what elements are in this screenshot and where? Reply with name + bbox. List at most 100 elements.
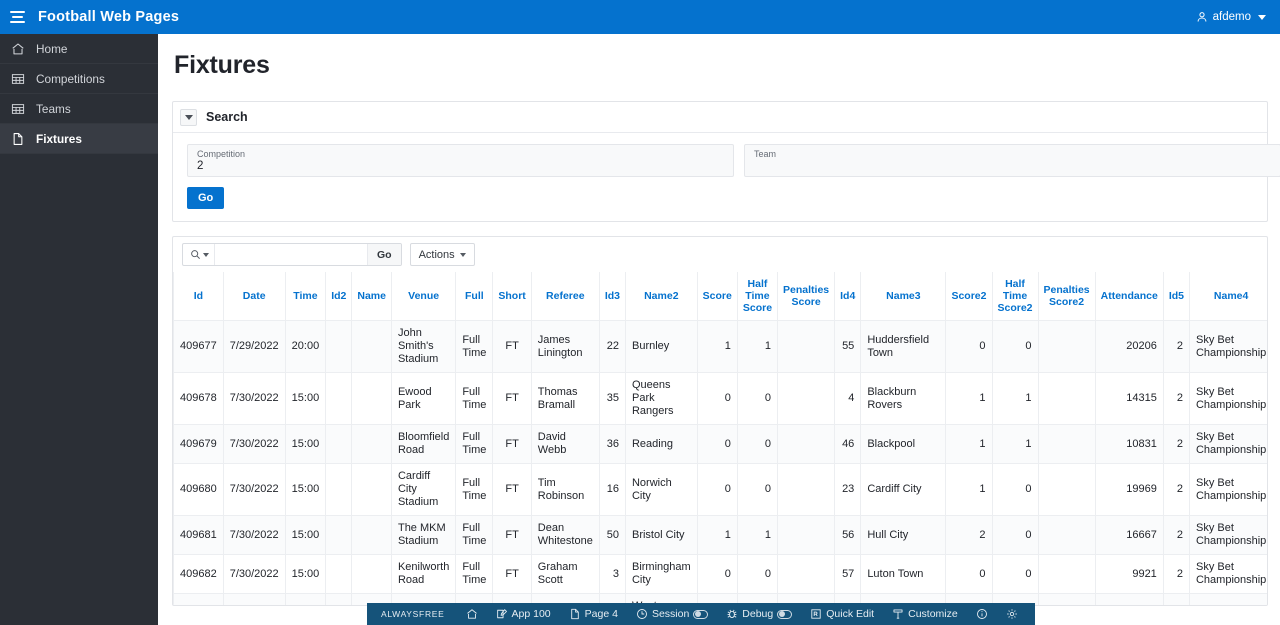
- column-header-id4[interactable]: Id4: [834, 272, 862, 321]
- column-header-penalties-score2[interactable]: Penalties Score2: [1037, 272, 1096, 321]
- cell-score2: 1: [945, 424, 993, 464]
- dev-customize-button[interactable]: Customize: [883, 603, 967, 625]
- cell-id2: [325, 554, 353, 594]
- team-field[interactable]: Team: [744, 144, 1280, 177]
- column-header-name3[interactable]: Name3: [860, 272, 947, 321]
- cell-attendance: 14315: [1094, 372, 1164, 425]
- session-toggle[interactable]: [693, 609, 709, 619]
- dev-debug-button[interactable]: Debug: [717, 603, 801, 625]
- cell-time: 15:00: [284, 515, 327, 555]
- column-header-score[interactable]: Score: [696, 272, 738, 321]
- cell-full: Full Time: [455, 463, 494, 516]
- cell-venue: Kenilworth Road: [390, 554, 457, 594]
- column-header-short[interactable]: Short: [492, 272, 532, 321]
- column-header-attendance[interactable]: Attendance: [1094, 272, 1164, 321]
- cell-id5: 2: [1162, 593, 1190, 605]
- cell-penalties-score2: [1037, 554, 1096, 594]
- cell-score: 1: [696, 515, 738, 555]
- debug-toggle[interactable]: [777, 609, 793, 619]
- cell-id5: 2: [1162, 463, 1190, 516]
- cell-score: 0: [696, 424, 738, 464]
- report-grid-scroll[interactable]: Id Date Time Id2 Name Venue Full Short R…: [173, 272, 1267, 605]
- dev-settings-button[interactable]: [997, 603, 1027, 625]
- user-menu[interactable]: afdemo: [1190, 7, 1272, 27]
- cell-date: 7/30/2022: [222, 372, 286, 425]
- dev-app-button[interactable]: App 100: [487, 603, 560, 625]
- chevron-down-icon: [1258, 14, 1266, 20]
- cell-id3: 36: [598, 424, 626, 464]
- cell-name2: Birmingham City: [624, 554, 698, 594]
- team-field-label: Team: [754, 149, 777, 159]
- sidebar-item-home[interactable]: Home: [0, 34, 158, 64]
- column-header-name2[interactable]: Name2: [624, 272, 698, 321]
- cell-name4: Sky Bet Championship: [1188, 372, 1267, 425]
- cell-score2: 0: [945, 320, 993, 373]
- cell-penalties-score: [777, 515, 836, 555]
- cell-half-time-score: 1: [736, 320, 779, 373]
- column-header-full[interactable]: Full: [455, 272, 494, 321]
- cell-name: [351, 463, 392, 516]
- cell-attendance: 26567: [1094, 593, 1164, 605]
- cell-half-time-score: 1: [736, 515, 779, 555]
- column-header-penalties-score[interactable]: Penalties Score: [777, 272, 836, 321]
- column-header-time[interactable]: Time: [284, 272, 327, 321]
- cell-referee: Tim Robinson: [530, 463, 600, 516]
- dev-info-button[interactable]: [967, 603, 997, 625]
- column-header-score2[interactable]: Score2: [945, 272, 993, 321]
- cell-full: Full Time: [455, 554, 494, 594]
- table-row[interactable]: 409679 7/30/2022 15:00 Bloomfield Road Full …: [173, 424, 1267, 464]
- table-row[interactable]: 409682 7/30/2022 15:00 Kenilworth Road Full …: [173, 554, 1267, 594]
- edit-icon: [496, 608, 508, 620]
- cell-id: 409682: [173, 554, 224, 594]
- column-header-half-time-score[interactable]: Half Time Score: [736, 272, 779, 321]
- column-header-id3[interactable]: Id3: [598, 272, 626, 321]
- sidebar-item-competitions[interactable]: Competitions: [0, 64, 158, 94]
- cell-id3: 16: [598, 463, 626, 516]
- competition-field[interactable]: Competition 2: [187, 144, 734, 177]
- dev-quick-edit-button[interactable]: Quick Edit: [801, 603, 883, 625]
- table-row[interactable]: 409680 7/30/2022 15:00 Cardiff City Stadium…: [173, 463, 1267, 516]
- dev-session-button[interactable]: Session: [627, 603, 717, 625]
- cell-penalties-score: [777, 372, 836, 425]
- cell-referee: David Webb: [530, 424, 600, 464]
- cell-half-time-score2: 1: [991, 424, 1039, 464]
- cell-half-time-score2: 0: [991, 554, 1039, 594]
- table-row[interactable]: 409678 7/30/2022 15:00 Ewood Park Full Time F…: [173, 372, 1267, 425]
- cell-venue: Cardiff City Stadium: [390, 463, 457, 516]
- sidebar-item-teams[interactable]: Teams: [0, 94, 158, 124]
- table-row[interactable]: 409681 7/30/2022 15:00 The MKM Stadium Full …: [173, 515, 1267, 555]
- cell-short: FT: [492, 463, 532, 516]
- search-input[interactable]: [215, 244, 367, 265]
- column-header-name[interactable]: Name: [351, 272, 392, 321]
- search-go-button[interactable]: Go: [187, 187, 225, 209]
- chevron-down-icon[interactable]: [180, 108, 197, 126]
- actions-button[interactable]: Actions: [409, 243, 475, 266]
- report-go-button[interactable]: Go: [367, 244, 401, 265]
- cell-penalties-score: [777, 554, 836, 594]
- column-header-referee[interactable]: Referee: [530, 272, 600, 321]
- cell-id3: 50: [598, 515, 626, 555]
- cell-short: FT: [492, 554, 532, 594]
- column-header-venue[interactable]: Venue: [390, 272, 457, 321]
- column-header-id[interactable]: Id: [173, 272, 224, 321]
- search-icon[interactable]: [183, 244, 215, 265]
- developer-toolbar: ALWAYSFREE App 100 Page 4 Session Debug …: [367, 603, 1035, 625]
- table-row[interactable]: 409677 7/29/2022 20:00 John Smith's Stadium…: [173, 320, 1267, 373]
- gear-icon: [1006, 608, 1018, 620]
- cell-id2: [325, 372, 353, 425]
- sidebar-item-fixtures[interactable]: Fixtures: [0, 124, 158, 154]
- cell-id5: 2: [1162, 372, 1190, 425]
- column-header-date[interactable]: Date: [222, 272, 286, 321]
- cell-referee: Graham Scott: [530, 554, 600, 594]
- cell-half-time-score: 0: [736, 554, 779, 594]
- dev-quick-edit-label: Quick Edit: [826, 608, 875, 620]
- dev-page-button[interactable]: Page 4: [560, 603, 627, 625]
- hamburger-icon[interactable]: [0, 0, 34, 34]
- column-header-name4[interactable]: Name4: [1188, 272, 1267, 321]
- column-header-id5[interactable]: Id5: [1162, 272, 1190, 321]
- dev-home-button[interactable]: [457, 603, 487, 625]
- report-search-box[interactable]: Go: [182, 243, 402, 266]
- column-header-half-time-score2[interactable]: Half Time Score2: [991, 272, 1039, 321]
- cell-name: [351, 320, 392, 373]
- column-header-id2[interactable]: Id2: [325, 272, 353, 321]
